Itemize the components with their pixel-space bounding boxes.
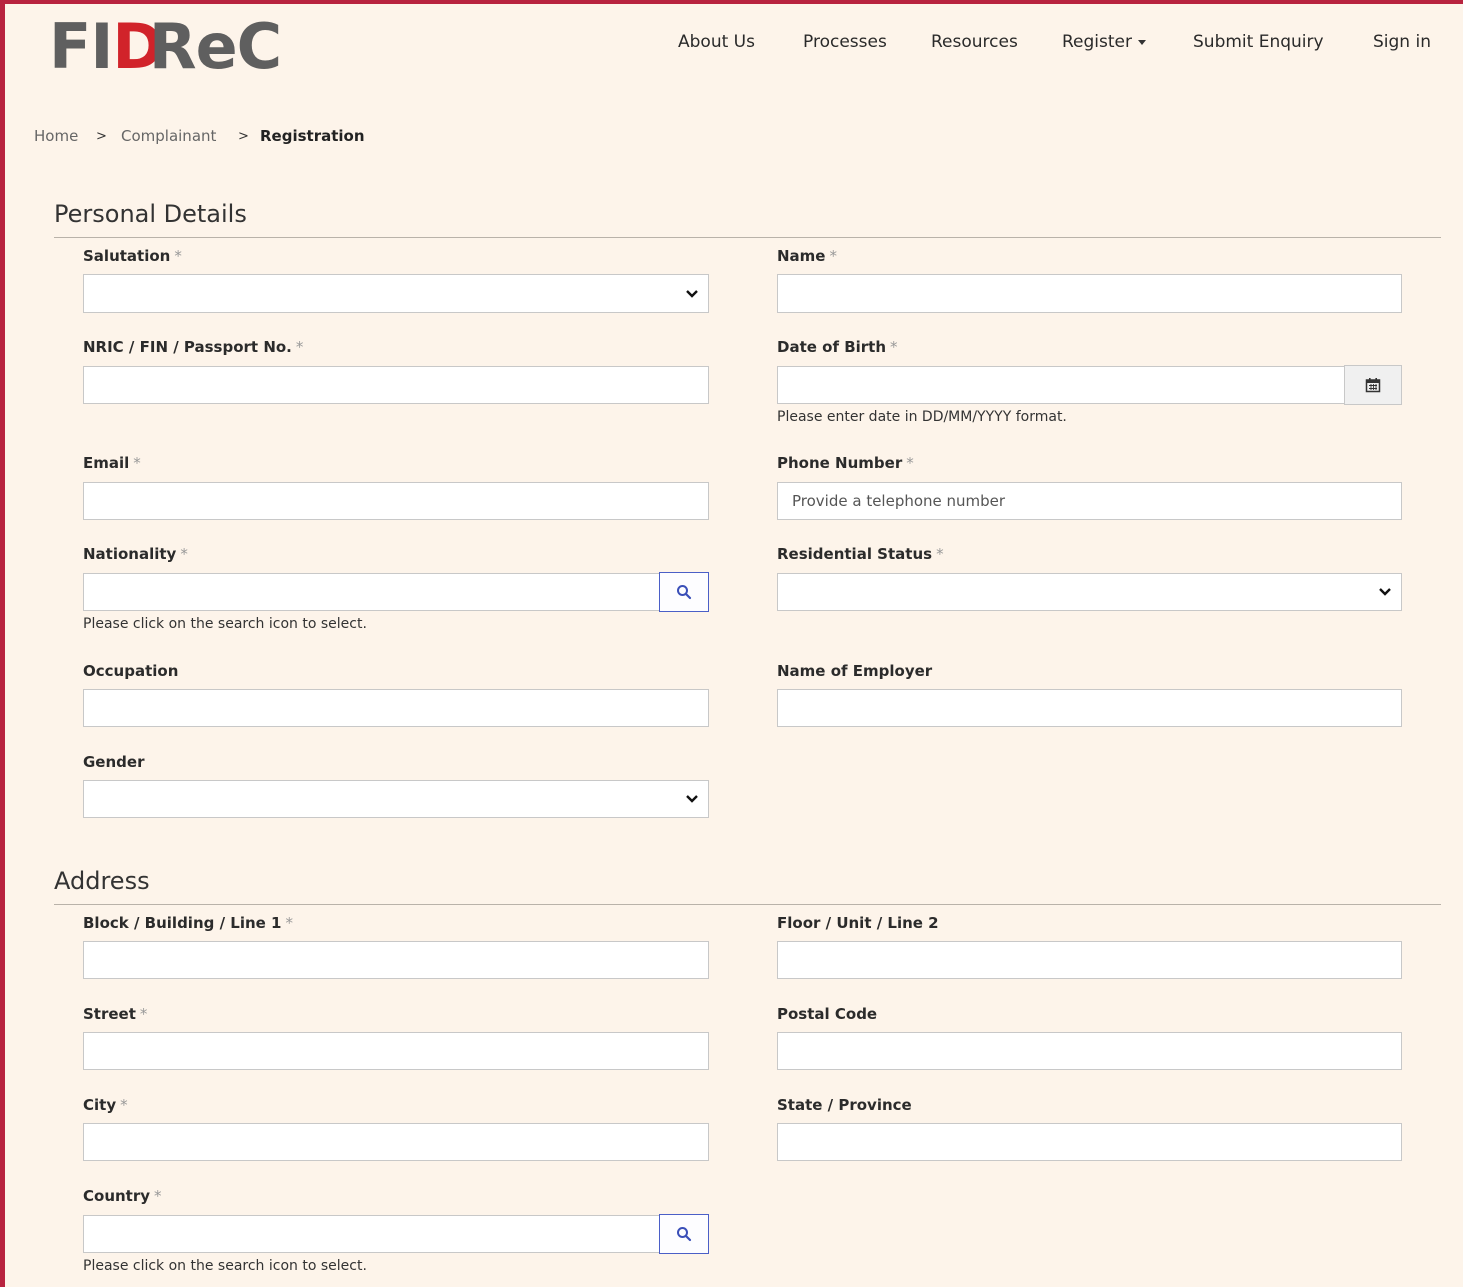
city-input[interactable] xyxy=(83,1123,709,1161)
dob-label-text: Date of Birth xyxy=(777,338,887,356)
search-icon xyxy=(677,1227,692,1242)
phone-label-text: Phone Number xyxy=(777,454,903,472)
nationality-help-text: Please click on the search icon to selec… xyxy=(83,616,367,632)
country-input[interactable] xyxy=(83,1215,660,1253)
residential-status-select[interactable] xyxy=(777,573,1402,611)
calendar-icon xyxy=(1365,378,1381,393)
search-icon xyxy=(677,585,692,600)
chevron-down-icon xyxy=(1379,588,1391,596)
dob-label: Date of Birth * xyxy=(777,338,898,356)
required-mark: * xyxy=(890,338,898,356)
email-label-text: Email xyxy=(83,454,130,472)
nav-register-label: Register xyxy=(1062,32,1132,52)
nationality-input[interactable] xyxy=(83,573,660,611)
address-line2-input[interactable] xyxy=(777,941,1402,979)
required-mark: * xyxy=(174,247,182,265)
required-mark: * xyxy=(906,454,914,472)
fidrec-logo[interactable]: FIDReC xyxy=(49,10,282,83)
section-title-personal-details: Personal Details xyxy=(54,200,247,228)
nationality-label-text: Nationality xyxy=(83,545,177,563)
nationality-label: Nationality * xyxy=(83,545,188,563)
city-label: City * xyxy=(83,1096,128,1114)
gender-select[interactable] xyxy=(83,780,709,818)
country-help-text: Please click on the search icon to selec… xyxy=(83,1258,367,1274)
breadcrumb-separator: > xyxy=(96,129,107,144)
caret-down-icon xyxy=(1138,39,1146,45)
address-line2-label-text: Floor / Unit / Line 2 xyxy=(777,914,939,932)
required-mark: * xyxy=(829,247,837,265)
salutation-select[interactable] xyxy=(83,274,709,313)
state-label: State / Province xyxy=(777,1096,912,1114)
occupation-label-text: Occupation xyxy=(83,662,179,680)
residential-status-label: Residential Status * xyxy=(777,545,944,563)
phone-input[interactable] xyxy=(777,482,1402,520)
email-label: Email * xyxy=(83,454,141,472)
address-line1-label: Block / Building / Line 1 * xyxy=(83,914,293,932)
chevron-down-icon xyxy=(686,795,698,803)
occupation-input[interactable] xyxy=(83,689,709,727)
address-line2-label: Floor / Unit / Line 2 xyxy=(777,914,939,932)
chevron-down-icon xyxy=(686,290,698,298)
dob-input[interactable] xyxy=(777,366,1345,404)
salutation-label-text: Salutation xyxy=(83,247,171,265)
nav-resources[interactable]: Resources xyxy=(931,32,1018,56)
required-mark: * xyxy=(133,454,141,472)
nav-submit-enquiry[interactable]: Submit Enquiry xyxy=(1193,32,1324,56)
nav-processes[interactable]: Processes xyxy=(803,32,887,56)
salutation-label: Salutation * xyxy=(83,247,182,265)
required-mark: * xyxy=(154,1187,162,1205)
name-label: Name * xyxy=(777,247,837,265)
email-input[interactable] xyxy=(83,482,709,520)
address-line1-input[interactable] xyxy=(83,941,709,979)
nav-sign-in[interactable]: Sign in xyxy=(1373,32,1431,56)
logo-text-fi: FI xyxy=(49,10,113,83)
gender-label: Gender xyxy=(83,753,144,771)
city-label-text: City xyxy=(83,1096,117,1114)
postal-code-input[interactable] xyxy=(777,1032,1402,1070)
postal-code-label: Postal Code xyxy=(777,1005,877,1023)
nav-about-us[interactable]: About Us xyxy=(678,32,755,56)
state-label-text: State / Province xyxy=(777,1096,912,1114)
breadcrumb-home[interactable]: Home xyxy=(34,127,78,145)
address-line1-label-text: Block / Building / Line 1 xyxy=(83,914,282,932)
nric-label-text: NRIC / FIN / Passport No. xyxy=(83,338,292,356)
gender-label-text: Gender xyxy=(83,753,145,771)
state-input[interactable] xyxy=(777,1123,1402,1161)
residential-status-label-text: Residential Status xyxy=(777,545,933,563)
country-label: Country * xyxy=(83,1187,162,1205)
required-mark: * xyxy=(139,1005,148,1023)
section-divider xyxy=(54,237,1441,238)
employer-label-text: Name of Employer xyxy=(777,662,933,680)
street-input[interactable] xyxy=(83,1032,709,1070)
nric-input[interactable] xyxy=(83,366,709,404)
dob-help-text: Please enter date in DD/MM/YYYY format. xyxy=(777,409,1067,425)
postal-code-label-text: Postal Code xyxy=(777,1005,878,1023)
employer-input[interactable] xyxy=(777,689,1402,727)
street-label-text: Street xyxy=(83,1005,136,1023)
name-input[interactable] xyxy=(777,274,1402,313)
nav-register-dropdown[interactable]: Register xyxy=(1062,32,1146,56)
phone-label: Phone Number * xyxy=(777,454,914,472)
country-label-text: Country xyxy=(83,1187,151,1205)
section-divider xyxy=(54,904,1441,905)
nric-label: NRIC / FIN / Passport No. * xyxy=(83,338,303,356)
logo-text-rec: ReC xyxy=(148,10,282,83)
required-mark: * xyxy=(285,914,294,932)
section-title-address: Address xyxy=(54,867,150,895)
street-label: Street * xyxy=(83,1005,147,1023)
page-frame: FIDReC About Us Processes Resources Regi… xyxy=(0,0,1463,1287)
nationality-search-button[interactable] xyxy=(659,572,709,612)
required-mark: * xyxy=(120,1096,128,1114)
breadcrumb-current: Registration xyxy=(260,127,365,145)
calendar-button[interactable] xyxy=(1344,365,1402,405)
required-mark: * xyxy=(936,545,944,563)
occupation-label: Occupation xyxy=(83,662,178,680)
required-mark: * xyxy=(180,545,188,563)
name-label-text: Name xyxy=(777,247,826,265)
breadcrumb-complainant[interactable]: Complainant xyxy=(121,127,216,145)
country-search-button[interactable] xyxy=(659,1214,709,1254)
employer-label: Name of Employer xyxy=(777,662,932,680)
breadcrumb-separator: > xyxy=(238,129,249,144)
required-mark: * xyxy=(295,338,304,356)
